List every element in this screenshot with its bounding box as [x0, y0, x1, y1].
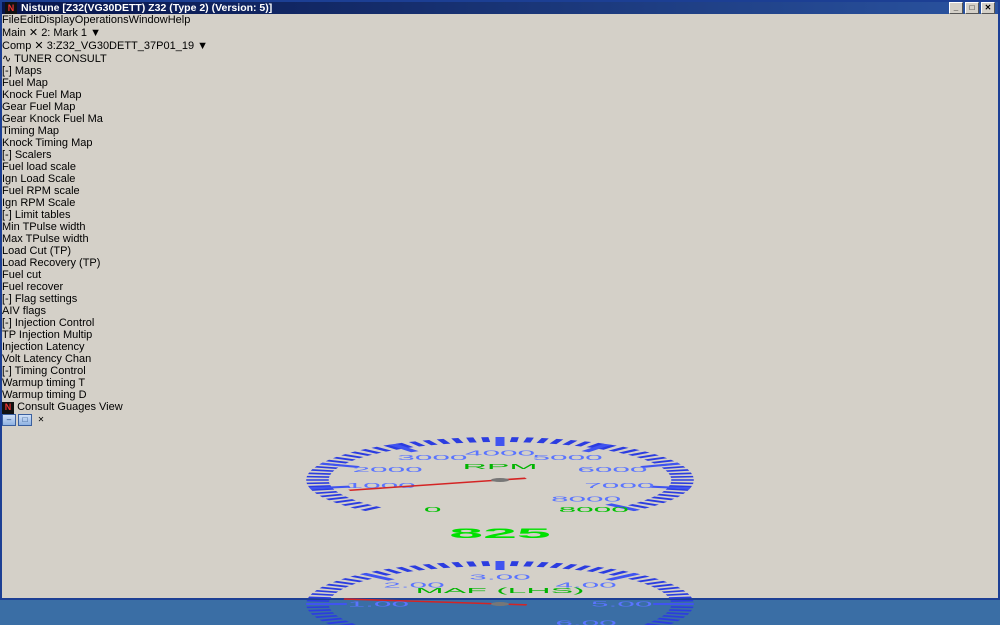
maximize-button[interactable]: □ — [965, 2, 979, 14]
menu-operations[interactable]: Operations — [75, 14, 129, 26]
sidebar-item-load-cut-tp[interactable]: Load Cut (TP) — [2, 245, 998, 257]
sidebar-item-max-tpulse-width[interactable]: Max TPulse width — [2, 233, 998, 245]
sidebar-item-knock-timing-map[interactable]: Knock Timing Map — [2, 137, 998, 149]
svg-text:8000: 8000 — [551, 495, 621, 503]
sidebar-item-min-tpulse-width[interactable]: Min TPulse width — [2, 221, 998, 233]
svg-text:6.00: 6.00 — [555, 619, 616, 625]
nistune-main-window: N Nistune [Z32(VG30DETT) Z32 (Type 2) (V… — [0, 0, 1000, 600]
sidebar-item-volt-latency-chan[interactable]: Volt Latency Chan — [2, 353, 998, 365]
close-comp-map-button[interactable]: ✕ — [34, 40, 43, 52]
close-button[interactable]: ✕ — [34, 414, 48, 426]
gauge-rpm: 10002000300040005000600070008000RPM08000… — [2, 426, 998, 550]
menu-help[interactable]: Help — [168, 14, 191, 26]
svg-text:3.00: 3.00 — [469, 573, 530, 581]
sidebar-item-fuel-rpm-scale[interactable]: Fuel RPM scale — [2, 185, 998, 197]
consult-button[interactable]: CONSULT — [55, 53, 107, 65]
sidebar-section-flag-settings[interactable]: [-] Flag settings — [2, 293, 998, 305]
window-title: Nistune [Z32(VG30DETT) Z32 (Type 2) (Ver… — [21, 2, 945, 14]
svg-text:5000: 5000 — [533, 453, 603, 461]
toolbar: Main ✕ 2: Mark 1 ▼ Comp ✕ 3:Z32_VG30DETT… — [2, 26, 998, 65]
sidebar-section-scalers[interactable]: [-] Scalers — [2, 149, 998, 161]
sidebar-item-fuel-map[interactable]: Fuel Map — [2, 77, 998, 89]
svg-text:5.00: 5.00 — [591, 600, 652, 608]
minimize-button[interactable]: _ — [949, 2, 963, 14]
mdi-workspace: [-] MapsFuel MapKnock Fuel MapGear Fuel … — [2, 65, 998, 625]
svg-text:0: 0 — [424, 505, 442, 513]
sidebar-section-timing-control[interactable]: [-] Timing Control — [2, 365, 998, 377]
main-map-label: Main — [2, 27, 26, 39]
main-map-value: 2: Mark 1 — [41, 27, 87, 39]
main-map-dropdown[interactable]: 2: Mark 1 ▼ — [41, 27, 101, 39]
sidebar-item-gear-knock-fuel-ma[interactable]: Gear Knock Fuel Ma — [2, 113, 998, 125]
maximize-button[interactable]: □ — [18, 414, 32, 426]
svg-text:2000: 2000 — [352, 465, 422, 473]
comp-map-value: 3:Z32_VG30DETT_37P01_19 — [47, 40, 194, 52]
sidebar-item-aiv-flags[interactable]: AIV flags — [2, 305, 998, 317]
svg-text:825: 825 — [449, 526, 550, 541]
sidebar-item-ign-load-scale[interactable]: Ign Load Scale — [2, 173, 998, 185]
sidebar-item-tp-injection-multip[interactable]: TP Injection Multip — [2, 329, 998, 341]
menu-bar: FileEditDisplayOperationsWindowHelp — [2, 14, 998, 26]
gauges-title-bar[interactable]: N Consult Guages View – □ ✕ — [2, 401, 998, 426]
sidebar-item-gear-fuel-map[interactable]: Gear Fuel Map — [2, 101, 998, 113]
close-main-map-button[interactable]: ✕ — [29, 27, 38, 39]
menu-display[interactable]: Display — [39, 14, 75, 26]
consult-gauges-window: N Consult Guages View – □ ✕ 100020003000… — [2, 401, 998, 625]
close-button[interactable]: ✕ — [981, 2, 995, 14]
sidebar-section-maps[interactable]: [-] Maps — [2, 65, 998, 77]
sidebar-item-timing-map[interactable]: Timing Map — [2, 125, 998, 137]
gauge-grid: 10002000300040005000600070008000RPM08000… — [2, 426, 998, 625]
map-tree-sidebar: [-] MapsFuel MapKnock Fuel MapGear Fuel … — [2, 65, 998, 401]
minimize-button[interactable]: – — [2, 414, 16, 426]
svg-text:8000: 8000 — [559, 505, 629, 513]
dyno-graph-icon[interactable]: ∿ — [2, 53, 11, 65]
sidebar-item-warmup-timing-d[interactable]: Warmup timing D — [2, 389, 998, 401]
gauge-maf-lhs: 1.002.003.004.005.006.00MAF (LHS)0.006.0… — [2, 550, 998, 625]
menu-file[interactable]: File — [2, 14, 20, 26]
sidebar-item-warmup-timing-t[interactable]: Warmup timing T — [2, 377, 998, 389]
sidebar-item-injection-latency[interactable]: Injection Latency — [2, 341, 998, 353]
sidebar-item-fuel-recover[interactable]: Fuel recover — [2, 281, 998, 293]
sidebar-item-knock-fuel-map[interactable]: Knock Fuel Map — [2, 89, 998, 101]
tuner-button[interactable]: TUNER — [14, 53, 52, 65]
comp-map-label: Comp — [2, 40, 31, 52]
menu-edit[interactable]: Edit — [20, 14, 39, 26]
svg-text:RPM: RPM — [462, 462, 537, 470]
app-icon: N — [5, 2, 17, 14]
sidebar-item-fuel-cut[interactable]: Fuel cut — [2, 269, 998, 281]
svg-text:6000: 6000 — [577, 465, 647, 473]
sidebar-item-load-recovery-tp[interactable]: Load Recovery (TP) — [2, 257, 998, 269]
svg-text:4000: 4000 — [465, 449, 535, 457]
svg-text:3000: 3000 — [397, 453, 467, 461]
comp-map-dropdown[interactable]: 3:Z32_VG30DETT_37P01_19 ▼ — [47, 40, 208, 52]
sidebar-section-injection-control[interactable]: [-] Injection Control — [2, 317, 998, 329]
nistune-icon: N — [2, 402, 14, 414]
main-title-bar[interactable]: N Nistune [Z32(VG30DETT) Z32 (Type 2) (V… — [2, 2, 998, 14]
gauges-window-title: Consult Guages View — [17, 401, 123, 413]
sidebar-item-fuel-load-scale[interactable]: Fuel load scale — [2, 161, 998, 173]
svg-text:MAF (LHS): MAF (LHS) — [416, 586, 585, 594]
chevron-down-icon[interactable]: ▼ — [197, 40, 208, 52]
sidebar-section-limit-tables[interactable]: [-] Limit tables — [2, 209, 998, 221]
chevron-down-icon[interactable]: ▼ — [90, 27, 101, 39]
sidebar-item-ign-rpm-scale[interactable]: Ign RPM Scale — [2, 197, 998, 209]
menu-window[interactable]: Window — [129, 14, 168, 26]
svg-text:7000: 7000 — [584, 481, 654, 489]
